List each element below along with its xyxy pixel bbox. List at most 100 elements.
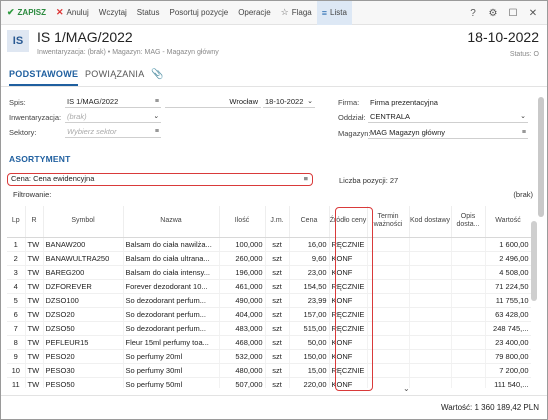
tab-links[interactable]: POWIĄZANIA [85,69,145,86]
magazyn-field[interactable]: MAG Magazyn główny ≡ [368,127,528,139]
table-cell [409,377,452,388]
table-cell: 220,00 [289,377,330,388]
table-cell: KONF [329,377,368,388]
table-cell [367,335,410,350]
table-cell: TW [25,363,44,378]
table-row[interactable]: 6 TW DZSO20 So dezodorant perfum... 404,000 s… [7,307,531,322]
table-cell: 50,00 [289,335,330,350]
column-header[interactable]: Wartość [485,206,531,238]
table-cell: So perfumy 30ml [123,363,220,378]
attachment-icon[interactable]: 📎 [151,69,163,80]
table-cell: PESO20 [43,349,124,364]
table-row[interactable]: 4 TW DZFOREVER Forever dezodorant 10... 461,… [7,279,531,294]
chevron-down-icon[interactable]: ⌄ [403,384,410,393]
column-header[interactable]: Termin ważności [367,206,410,238]
table-cell [409,363,452,378]
table-cell: 507,000 [219,377,266,388]
spis-label: Spis: [9,98,26,107]
column-header[interactable]: Lp [7,206,26,238]
table-cell [451,251,486,266]
table-row[interactable]: 9 TW PESO20 So perfumy 20ml 532,000 szt 150,00… [7,349,531,364]
sektory-field[interactable]: Wybierz sektor ≡ [65,126,161,138]
table-row[interactable]: 10 TW PESO30 So perfumy 30ml 480,000 szt 15,00… [7,363,531,378]
inwent-field[interactable]: (brak) ⌄ [65,111,161,123]
table-cell [409,279,452,294]
maximize-icon[interactable]: ☐ [503,8,523,19]
help-icon[interactable]: ? [463,8,483,19]
menu-icon[interactable]: ≡ [155,96,159,107]
table-row[interactable]: 8 TW PEFLEUR15 Fleur 15ml perfumy toa... 468… [7,335,531,350]
table-cell: 10 [7,363,26,378]
spis-field[interactable]: IS 1/MAG/2022 ≡ [65,96,161,108]
column-header[interactable]: Cena [289,206,330,238]
table-cell: 8 [7,335,26,350]
table-cell: szt [265,279,290,294]
table-cell: 154,50 [289,279,330,294]
table-cell: 79 800,00 [485,349,531,364]
document-date: 18-10-2022 [467,29,539,45]
flag-button[interactable]: ☆ Flaga [276,1,317,25]
items-grid: Lp R Symbol Nazwa Ilość J.m. Cena Źródło ceny Te… [7,206,531,388]
filter-value: (brak) [513,190,533,199]
column-header[interactable]: J.m. [265,206,290,238]
save-button[interactable]: ✔ ZAPISZ [1,1,51,25]
tab-basic[interactable]: PODSTAWOWE [9,69,79,86]
table-cell: 260,000 [219,251,266,266]
list-button[interactable]: ≡ Lista [316,0,352,25]
menu-icon[interactable]: ≡ [155,126,159,137]
window-controls: ? ⚙ ☐ ✕ [463,1,543,25]
column-header[interactable]: Źródło ceny [329,206,368,238]
table-row[interactable]: 2 TW BANAWULTRA250 Balsam do ciała ultrana.… [7,251,531,266]
scrollbar-thumb[interactable] [538,97,544,217]
table-row[interactable]: 1 TW BANAW200 Balsam do ciała nawilża... 100… [7,237,531,252]
spis-value: IS 1/MAG/2022 [67,97,119,106]
table-cell [409,293,452,308]
check-icon: ✔ [7,7,15,17]
table-cell [451,307,486,322]
operations-button[interactable]: Operacje [233,1,275,25]
table-cell: So perfumy 50ml [123,377,220,388]
column-header[interactable]: R [25,206,44,238]
oddzial-field[interactable]: CENTRALA ⌄ [368,111,528,123]
table-cell [367,307,410,322]
menu-icon[interactable]: ≡ [522,127,526,138]
menu-icon[interactable]: ≡ [304,174,308,184]
table-cell: szt [265,251,290,266]
table-row[interactable]: 5 TW DZSO100 So dezodorant perfum... 490,000… [7,293,531,308]
table-cell: 4 508,00 [485,265,531,280]
column-header[interactable]: Kod dostawy [409,206,452,238]
cancel-button[interactable]: ✕ Anuluj [51,1,94,25]
table-cell: KONF [329,293,368,308]
place-field[interactable]: Wrocław [165,96,261,108]
price-type-field[interactable]: Cena: Cena ewidencyjna ≡ [7,173,313,186]
table-cell: szt [265,293,290,308]
table-cell [367,363,410,378]
page-scrollbar[interactable] [537,89,545,389]
date-field[interactable]: 18-10-2022 ⌄ [263,96,315,108]
chevron-down-icon[interactable]: ⌄ [307,96,313,107]
document-status: Status: O [509,51,539,58]
column-header[interactable]: Opis dosta... [451,206,486,238]
table-cell: szt [265,377,290,388]
column-header[interactable]: Nazwa [123,206,220,238]
table-row[interactable]: 3 TW BAREG200 Balsam do ciała intensy... 196… [7,265,531,280]
close-window-icon[interactable]: ✕ [523,8,543,19]
sort-button[interactable]: Posortuj pozycje [164,1,233,25]
table-cell [367,265,410,280]
table-cell: 532,000 [219,349,266,364]
table-row[interactable]: 11 TW PESO50 So perfumy 50ml 507,000 szt 220,0… [7,377,531,388]
column-header[interactable]: Symbol [43,206,124,238]
column-header[interactable]: Ilość [219,206,266,238]
table-cell: DZSO100 [43,293,124,308]
table-cell: szt [265,237,290,252]
load-button[interactable]: Wczytaj [94,1,132,25]
table-cell: So perfumy 20ml [123,349,220,364]
table-cell [451,335,486,350]
chevron-down-icon[interactable]: ⌄ [520,111,526,122]
gear-icon[interactable]: ⚙ [483,8,503,19]
chevron-down-icon[interactable]: ⌄ [153,111,159,122]
table-cell: PESO30 [43,363,124,378]
table-cell: 16,00 [289,237,330,252]
table-row[interactable]: 7 TW DZSO50 So dezodorant perfum... 483,000 s… [7,321,531,336]
status-button[interactable]: Status [132,1,165,25]
